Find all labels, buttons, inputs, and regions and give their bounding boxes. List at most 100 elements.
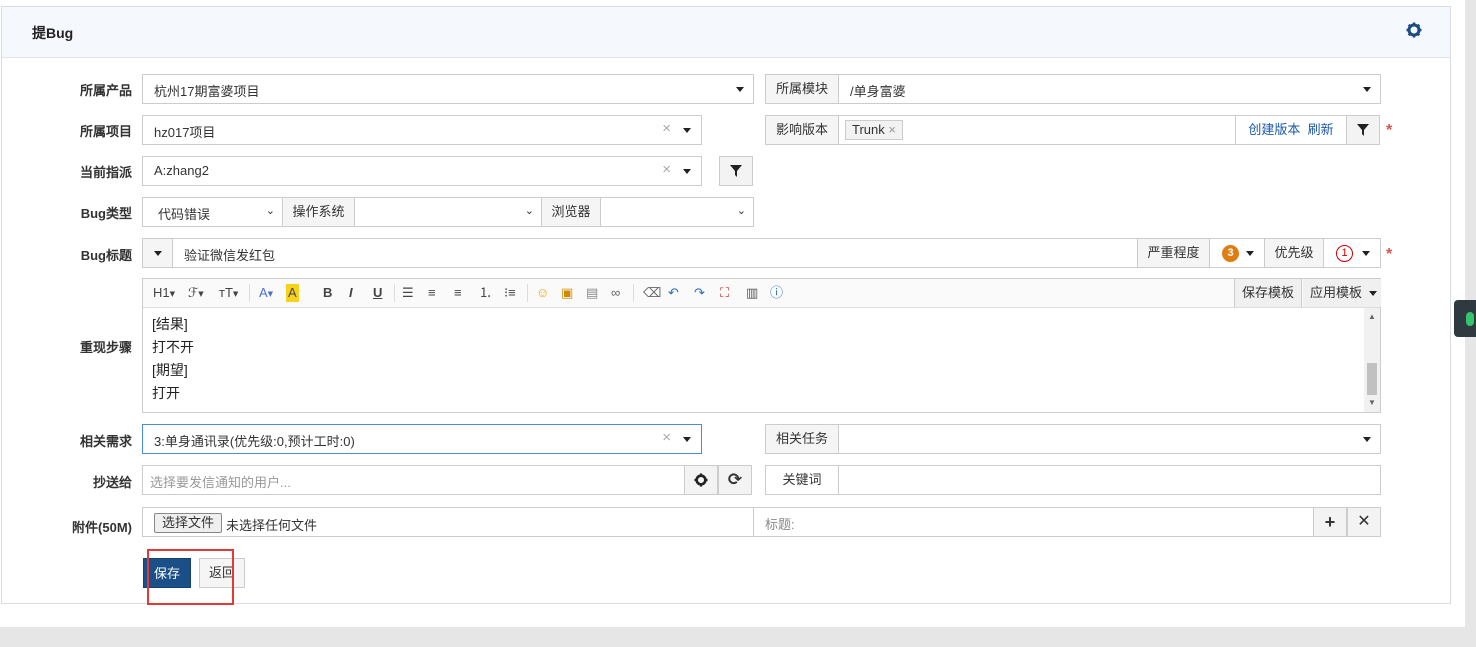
chevron-down-icon: ⌄	[736, 205, 746, 217]
steps-editor[interactable]: H1▾ ℱ▾ тT▾ A▾ A B I U ☰ ≡ ≡ ⒈ ⁝≡ ☺ ▣ ▤ ∞…	[142, 278, 1381, 413]
media-icon[interactable]: ▤	[586, 284, 598, 302]
severity-select[interactable]: 3	[1209, 238, 1265, 268]
steps-line: 打开	[152, 385, 180, 401]
italic-icon[interactable]: I	[349, 284, 353, 302]
align-left-icon[interactable]: ☰	[402, 284, 414, 302]
version-select[interactable]: Trunk ×	[838, 115, 1236, 145]
clear-icon[interactable]: ×	[662, 120, 671, 137]
mic-icon	[1466, 312, 1474, 326]
steps-line: 打不开	[152, 339, 194, 355]
module-select[interactable]: /单身富婆	[838, 74, 1381, 104]
project-label: 所属项目	[79, 124, 132, 139]
refresh-link[interactable]: 刷新	[1308, 122, 1334, 137]
browser-select[interactable]: ⌄	[600, 197, 754, 227]
heading-button[interactable]: H1▾	[153, 284, 175, 302]
chevron-down-icon	[1363, 87, 1371, 92]
gear-icon	[694, 473, 708, 487]
keywords-input[interactable]	[838, 465, 1381, 495]
emoji-icon[interactable]: ☺	[536, 284, 549, 302]
task-select[interactable]	[838, 424, 1381, 454]
undo-icon[interactable]: ↶	[668, 284, 679, 302]
version-label: 影响版本	[765, 115, 839, 145]
side-widget[interactable]	[1454, 300, 1476, 337]
eraser-icon[interactable]: ⌫	[643, 284, 661, 302]
chevron-down-icon	[683, 128, 691, 133]
title-color-button[interactable]	[142, 238, 173, 268]
remove-tag-icon[interactable]: ×	[888, 122, 896, 137]
project-value: hz017项目	[154, 125, 216, 140]
gear-icon[interactable]	[1406, 22, 1422, 38]
scroll-up-icon[interactable]: ▲	[1368, 312, 1376, 321]
title-value: 验证微信发红包	[184, 248, 276, 263]
choose-file-button[interactable]: 选择文件	[154, 513, 223, 533]
required-mark: *	[1386, 246, 1393, 263]
bold-icon[interactable]: B	[323, 284, 332, 302]
priority-select[interactable]: 1	[1323, 238, 1381, 268]
chevron-down-icon	[736, 87, 744, 92]
title-label: Bug标题	[80, 248, 132, 263]
text-size-icon[interactable]: тT▾	[219, 284, 238, 302]
assign-label: 当前指派	[79, 165, 132, 180]
scroll-down-icon[interactable]: ▼	[1368, 398, 1376, 407]
chevron-down-icon	[683, 437, 691, 442]
image-icon[interactable]: ▣	[561, 284, 573, 302]
align-right-icon[interactable]: ≡	[454, 284, 462, 302]
highlight-icon[interactable]: A	[286, 284, 299, 302]
severity-badge: 3	[1222, 245, 1239, 262]
cc-refresh-button[interactable]: ⟳	[718, 465, 752, 495]
font-icon[interactable]: ℱ▾	[188, 284, 204, 302]
ordered-list-icon[interactable]: ⒈	[479, 284, 492, 302]
type-select[interactable]: 代码错误 ⌄	[142, 197, 283, 227]
file-input[interactable]: 选择文件 未选择任何文件	[142, 507, 754, 537]
clear-icon[interactable]: ×	[662, 161, 671, 178]
type-label: Bug类型	[80, 206, 132, 221]
remove-file-button[interactable]: ✕	[1347, 507, 1381, 537]
assign-select[interactable]: A:zhang2 ×	[142, 156, 702, 186]
product-value: 杭州17期富婆项目	[154, 84, 260, 99]
title-input[interactable]: 验证微信发红包	[172, 238, 1138, 268]
priority-label: 优先级	[1264, 238, 1324, 268]
redo-icon[interactable]: ↷	[694, 284, 705, 302]
help-icon[interactable]: ⓘ	[770, 284, 783, 302]
severity-label: 严重程度	[1137, 238, 1210, 268]
assign-value: A:zhang2	[154, 163, 209, 178]
product-select[interactable]: 杭州17期富婆项目	[142, 74, 754, 104]
steps-content[interactable]: [结果] 打不开 [期望] 打开	[152, 313, 194, 405]
page: 提Bug 所属产品 杭州17期富婆项目 所属模块 /单身富婆 所属项目 hz01…	[0, 0, 1465, 627]
underline-icon[interactable]: U	[373, 284, 382, 302]
assign-filter-button[interactable]	[719, 156, 753, 186]
story-select[interactable]: 3:单身通讯录(优先级:0,预计工时:0) ×	[142, 424, 702, 454]
chevron-down-icon	[1363, 437, 1371, 442]
unordered-list-icon[interactable]: ⁝≡	[504, 284, 516, 302]
steps-label: 重现步骤	[79, 340, 132, 355]
required-mark: *	[1386, 122, 1393, 139]
add-file-button[interactable]: +	[1313, 507, 1347, 537]
steps-line: [结果]	[152, 316, 188, 332]
apply-template-button[interactable]: 应用模板	[1303, 279, 1381, 307]
align-center-icon[interactable]: ≡	[428, 284, 436, 302]
attach-title-input[interactable]: 标题:	[753, 507, 1314, 537]
panel-header: 提Bug	[2, 7, 1450, 58]
chevron-down-icon: ⌄	[524, 205, 534, 217]
project-select[interactable]: hz017项目 ×	[142, 115, 702, 145]
filter-button[interactable]	[1346, 115, 1380, 145]
scroll-thumb[interactable]	[1367, 363, 1377, 395]
version-tag-label: Trunk	[852, 122, 885, 137]
steps-line: [期望]	[152, 362, 188, 378]
create-version-link[interactable]: 创建版本	[1248, 122, 1300, 137]
no-file-text: 未选择任何文件	[226, 518, 318, 533]
paste-icon[interactable]: ▥	[746, 284, 758, 302]
save-template-button[interactable]: 保存模板	[1234, 279, 1302, 307]
os-label: 操作系统	[282, 197, 355, 227]
cc-settings-button[interactable]	[684, 465, 718, 495]
fullscreen-icon[interactable]: ⛶	[720, 284, 729, 302]
editor-scrollbar[interactable]: ▲ ▼	[1364, 308, 1380, 412]
os-select[interactable]: ⌄	[354, 197, 542, 227]
cc-input[interactable]: 选择要发信通知的用户...	[142, 465, 685, 495]
version-tag: Trunk ×	[845, 120, 903, 140]
highlight-rectangle	[147, 549, 234, 605]
font-color-icon[interactable]: A▾	[259, 284, 273, 302]
link-icon[interactable]: ∞	[611, 284, 620, 302]
clear-icon[interactable]: ×	[662, 429, 671, 446]
apply-template-label: 应用模板	[1310, 285, 1363, 300]
